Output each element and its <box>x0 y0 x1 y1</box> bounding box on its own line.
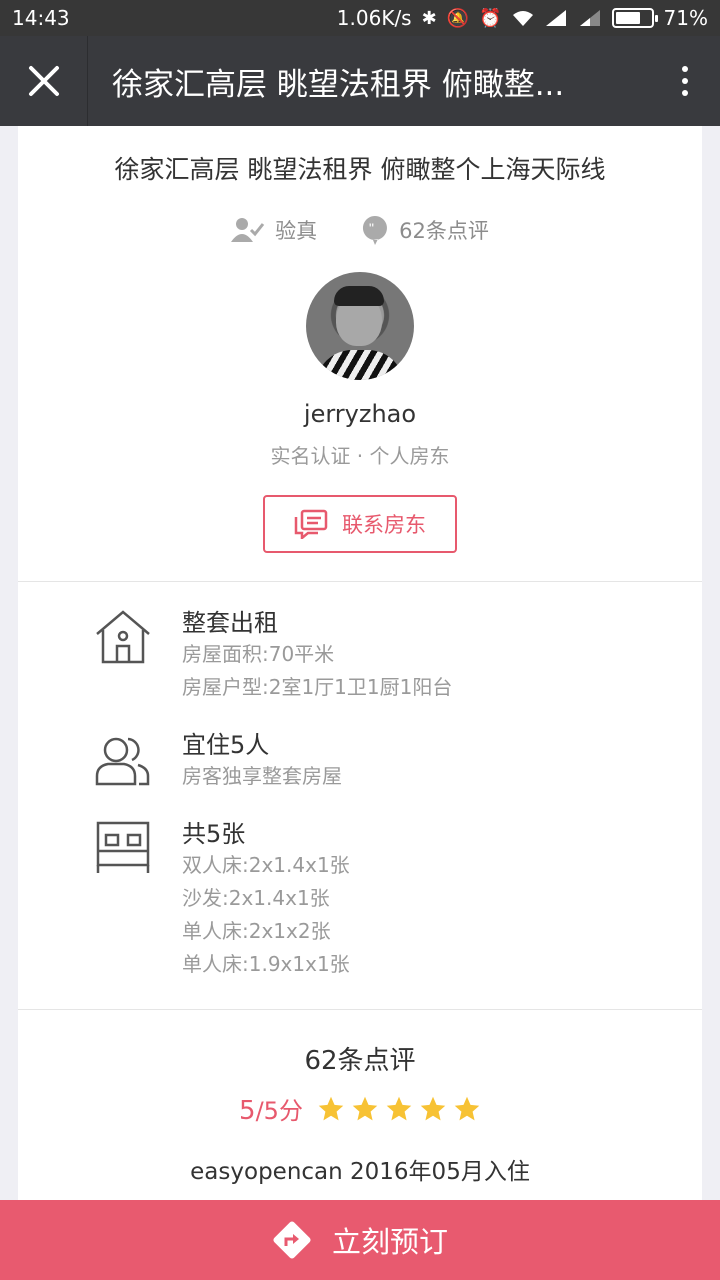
chat-icon <box>294 509 328 539</box>
star-icon <box>318 1096 344 1120</box>
status-bar: 14:43 1.06K/s ✱ 🔕 ⏰ 71% <box>0 0 720 36</box>
host-subtitle: 实名认证 · 个人房东 <box>270 444 450 468</box>
house-icon <box>96 610 150 664</box>
feature-detail: 沙发:2x1.4x1张 <box>182 886 330 910</box>
more-dot-icon <box>682 78 688 84</box>
listing-detail: 徐家汇高层 眺望法租界 俯瞰整个上海天际线 验真 " 62条点评 jerryzh… <box>18 126 702 1200</box>
nav-title: 徐家汇高层 眺望法租界 俯瞰整... <box>112 66 565 103</box>
feature-detail: 单人床:2x1x2张 <box>182 919 331 943</box>
feature-entire-home: 整套出租 房屋面积:70平米 房屋户型:2室1厅1卫1厨1阳台 <box>18 608 702 704</box>
feature-beds: 共5张 双人床:2x1.4x1张 沙发:2x1.4x1张 单人床:2x1x2张 … <box>18 819 702 981</box>
nav-bar: 徐家汇高层 眺望法租界 俯瞰整... <box>0 36 720 126</box>
reviews-count-label: 62条点评 <box>399 219 489 243</box>
close-icon <box>28 66 59 96</box>
listing-title: 徐家汇高层 眺望法租界 俯瞰整个上海天际线 <box>114 155 606 184</box>
guests-icon <box>95 737 150 786</box>
book-now-button[interactable]: 立刻预订 <box>0 1200 720 1280</box>
verified-user-icon <box>231 218 265 242</box>
status-time: 14:43 <box>12 6 70 30</box>
star-icon <box>420 1096 446 1120</box>
feature-heading: 整套出租 <box>182 609 278 637</box>
contact-host-button[interactable]: 联系房东 <box>263 495 457 553</box>
feature-detail: 房客独享整套房屋 <box>182 764 342 788</box>
battery-icon <box>611 8 658 28</box>
feature-heading: 共5张 <box>182 820 246 848</box>
rating-row: 5/5分 <box>18 1091 702 1126</box>
bluetooth-icon: ✱ <box>421 7 437 29</box>
listing-meta: 验真 " 62条点评 <box>18 214 702 246</box>
divider <box>18 581 702 582</box>
book-now-label: 立刻预订 <box>331 1225 448 1259</box>
rating-stars <box>317 1095 481 1123</box>
host-name: jerryzhao <box>303 400 417 428</box>
feature-heading: 宜住5人 <box>182 731 270 759</box>
signal-icon <box>545 10 566 26</box>
verified-badge: 验真 <box>231 214 317 246</box>
close-button[interactable] <box>0 36 88 126</box>
reviews-title: 62条点评 <box>304 1046 416 1076</box>
more-menu-button[interactable] <box>650 36 720 126</box>
feature-detail: 房屋面积:70平米 <box>182 642 335 666</box>
feature-detail: 单人床:1.9x1x1张 <box>182 952 350 976</box>
contact-host-label: 联系房东 <box>342 513 426 537</box>
feature-detail: 房屋户型:2室1厅1卫1厨1阳台 <box>182 675 453 699</box>
wifi-icon <box>512 11 533 26</box>
feature-guests: 宜住5人 房客独享整套房屋 <box>18 730 702 793</box>
comment-icon: " <box>363 216 388 245</box>
star-icon <box>454 1096 480 1120</box>
divider <box>18 1009 702 1010</box>
svg-text:": " <box>369 220 374 236</box>
alarm-icon: ⏰ <box>479 7 502 29</box>
more-dot-icon <box>682 66 688 72</box>
host-avatar[interactable] <box>306 272 414 380</box>
status-icons: 1.06K/s ✱ 🔕 ⏰ 71% <box>337 6 708 30</box>
star-icon <box>386 1096 412 1120</box>
battery-percent: 71% <box>663 6 708 30</box>
signal-2-icon <box>579 10 600 26</box>
feature-detail: 双人床:2x1.4x1张 <box>182 853 350 877</box>
direction-icon <box>273 1221 311 1259</box>
more-dot-icon <box>682 90 688 96</box>
battery-fill <box>615 12 640 24</box>
review-author-line: easyopencan 2016年05月入住 <box>190 1159 530 1185</box>
bed-icon <box>96 821 150 873</box>
reviews-count-link[interactable]: " 62条点评 <box>361 214 489 246</box>
mute-icon: 🔕 <box>446 7 470 29</box>
verified-label: 验真 <box>275 219 318 243</box>
star-icon <box>352 1096 378 1120</box>
rating-score: 5/5分 <box>239 1096 303 1126</box>
net-speed: 1.06K/s <box>336 6 412 30</box>
